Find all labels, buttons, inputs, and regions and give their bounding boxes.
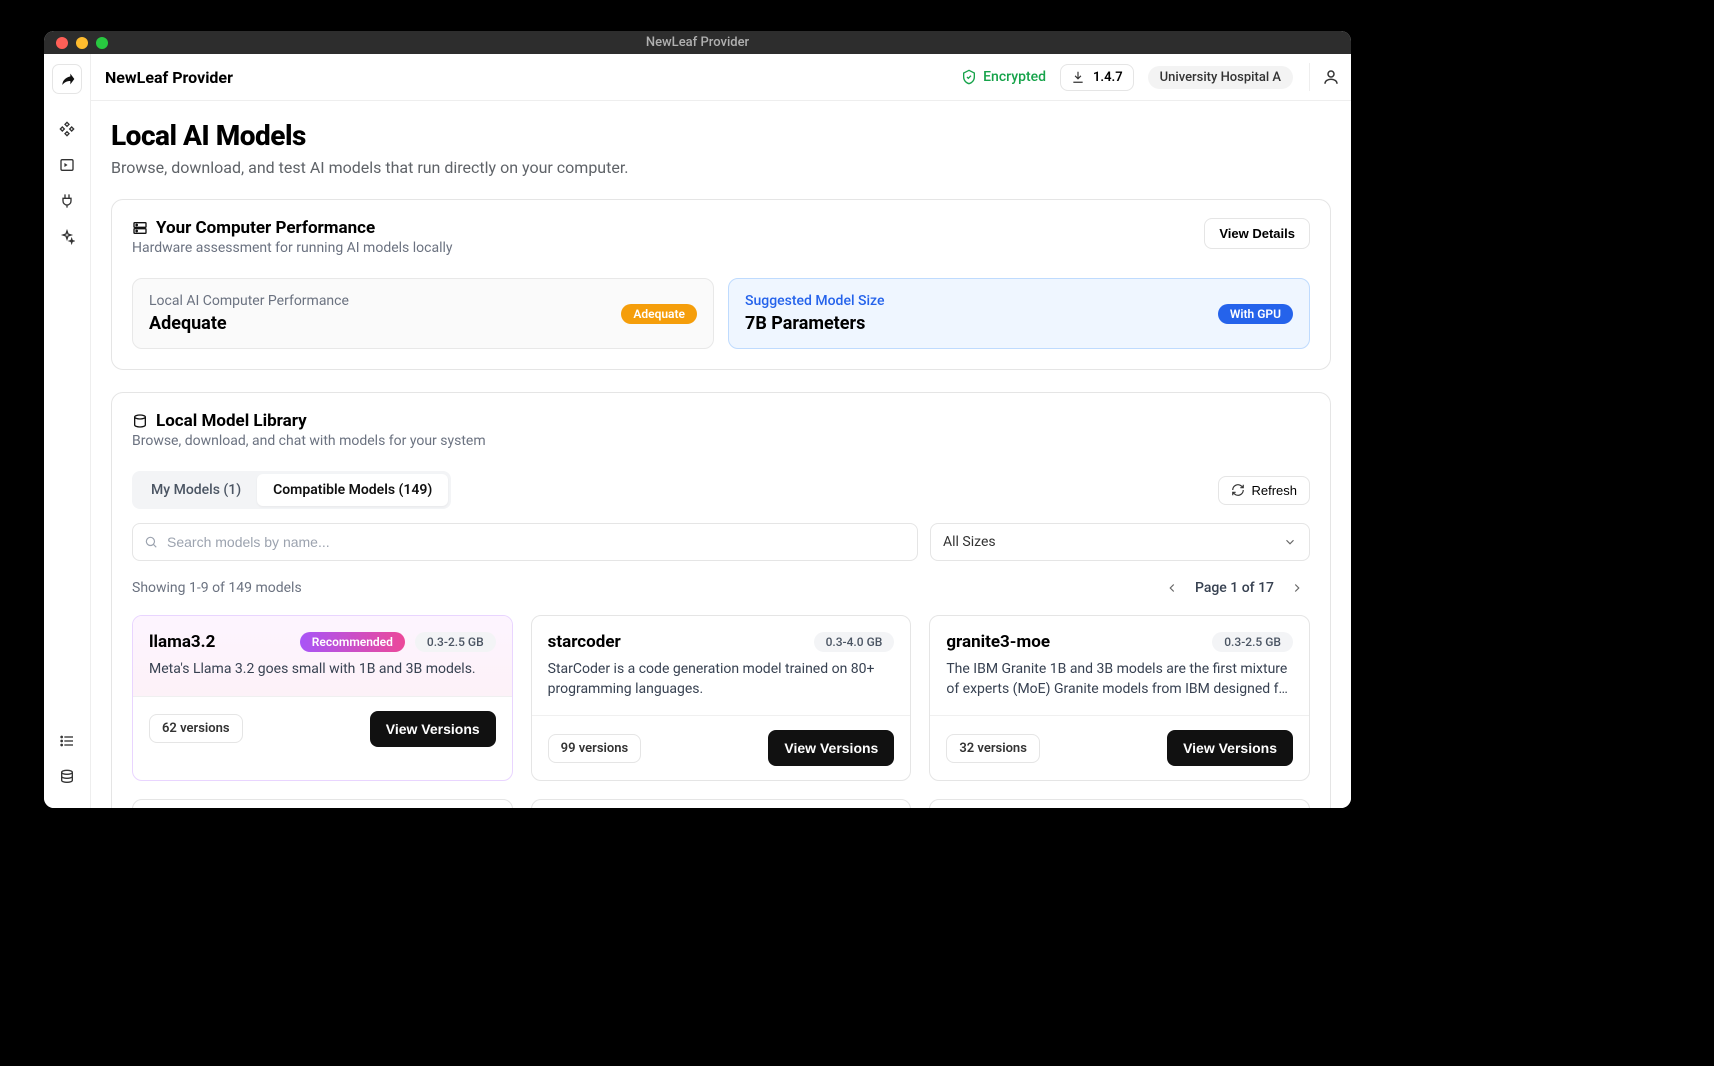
perf-title: Your Computer Performance [156, 218, 375, 238]
model-description: StarCoder is a code generation model tra… [548, 660, 895, 699]
maximize-icon[interactable] [96, 37, 108, 49]
sidebar-item-list[interactable] [52, 726, 82, 756]
sidebar-item-sparkles[interactable] [52, 222, 82, 252]
user-icon [1322, 68, 1340, 86]
app-body: NewLeaf Provider Encrypted 1.4.7 Univers… [44, 54, 1351, 808]
shield-icon [961, 69, 977, 85]
version-text: 1.4.7 [1093, 70, 1123, 85]
titlebar: NewLeaf Provider [44, 31, 1351, 54]
view-versions-button[interactable]: View Versions [1167, 730, 1293, 766]
encrypted-indicator: Encrypted [961, 69, 1046, 85]
refresh-button[interactable]: Refresh [1218, 476, 1310, 505]
model-description: The IBM Granite 1B and 3B models are the… [946, 660, 1293, 699]
model-size-badge: 0.3-2.5 GB [415, 632, 496, 652]
pager-next[interactable] [1284, 575, 1310, 601]
model-size-badge: 0.3-4.0 GB [814, 632, 895, 652]
search-input[interactable] [132, 523, 918, 561]
version-chip[interactable]: 1.4.7 [1060, 64, 1134, 91]
server-icon [132, 220, 148, 236]
chevron-right-icon [1290, 581, 1304, 595]
recommended-badge: Recommended [300, 632, 405, 652]
perf-box-rating: Local AI Computer Performance Adequate A… [132, 278, 714, 349]
user-menu[interactable] [1309, 63, 1337, 91]
refresh-label: Refresh [1251, 483, 1297, 498]
sidebar [44, 54, 91, 808]
content-area: Local AI Models Browse, download, and te… [91, 101, 1351, 808]
hospital-chip[interactable]: University Hospital A [1148, 66, 1293, 89]
view-versions-button[interactable]: View Versions [370, 711, 496, 747]
model-name: granite3-moe [946, 632, 1050, 652]
sidebar-item-database[interactable] [52, 762, 82, 792]
perf-subtitle: Hardware assessment for running AI model… [132, 240, 1204, 256]
model-description: Meta's Llama 3.2 goes small with 1B and … [149, 660, 496, 680]
perf-suggested-label: Suggested Model Size [745, 293, 1218, 309]
database-icon [59, 769, 75, 785]
results-count: Showing 1-9 of 149 models [132, 580, 302, 596]
library-subtitle: Browse, download, and chat with models f… [132, 433, 1310, 449]
refresh-icon [1231, 483, 1245, 497]
perf-rating-label: Local AI Computer Performance [149, 293, 621, 309]
perf-rating-value: Adequate [149, 313, 621, 334]
versions-chip: 32 versions [946, 734, 1040, 763]
app-logo[interactable] [52, 64, 82, 94]
list-icon [59, 733, 75, 749]
versions-chip: 62 versions [149, 714, 243, 743]
main-area: NewLeaf Provider Encrypted 1.4.7 Univers… [91, 54, 1351, 808]
chevron-left-icon [1165, 581, 1179, 595]
minimize-icon[interactable] [76, 37, 88, 49]
pager-prev[interactable] [1159, 575, 1185, 601]
perf-box-suggested: Suggested Model Size 7B Parameters With … [728, 278, 1310, 349]
versions-chip: 99 versions [548, 734, 642, 763]
model-card: granite3-moe 0.3-2.5 GB The IBM Granite 1B… [929, 615, 1310, 781]
search-icon [144, 535, 158, 549]
topbar: NewLeaf Provider Encrypted 1.4.7 Univers… [91, 54, 1351, 101]
model-name: llama3.2 [149, 632, 215, 652]
terminal-icon [59, 157, 75, 173]
model-card: granite3.1-moe0.3-2.5 GB [132, 799, 513, 808]
sparkles-icon [59, 229, 75, 245]
library-title: Local Model Library [156, 411, 307, 431]
page-title: Local AI Models [111, 119, 1331, 152]
library-tabs: My Models (1) Compatible Models (149) [132, 471, 451, 509]
perf-rating-pill: Adequate [621, 304, 697, 324]
leaf-icon [59, 71, 75, 87]
performance-card: Your Computer Performance Hardware asses… [111, 199, 1331, 370]
grid-icon [59, 121, 75, 137]
sidebar-item-plug[interactable] [52, 186, 82, 216]
model-card: llama3.2 Recommended 0.3-2.5 GB Meta's Llam… [132, 615, 513, 781]
page-subtitle: Browse, download, and test AI models tha… [111, 158, 1331, 177]
models-grid: llama3.2 Recommended 0.3-2.5 GB Meta's Llam… [112, 601, 1330, 808]
download-icon [1071, 70, 1085, 84]
perf-gpu-pill: With GPU [1218, 304, 1293, 324]
app-window: NewLeaf Provider [44, 31, 1351, 808]
model-card: sailor20.5-10.0 GB [929, 799, 1310, 808]
model-card: starcoder 0.3-4.0 GB StarCoder is a code g… [531, 615, 912, 781]
tab-compatible-models[interactable]: Compatible Models (149) [257, 474, 448, 506]
sidebar-item-grid[interactable] [52, 114, 82, 144]
chevron-down-icon [1283, 535, 1297, 549]
size-filter-select[interactable]: All Sizes [930, 523, 1310, 561]
library-card: Local Model Library Browse, download, an… [111, 392, 1331, 808]
window-controls [56, 37, 108, 49]
encrypted-label: Encrypted [983, 69, 1046, 85]
view-details-button[interactable]: View Details [1204, 218, 1310, 249]
pager-text: Page 1 of 17 [1195, 580, 1274, 596]
close-icon[interactable] [56, 37, 68, 49]
perf-suggested-value: 7B Parameters [745, 313, 1218, 334]
model-name: starcoder [548, 632, 621, 652]
tab-my-models[interactable]: My Models (1) [135, 474, 257, 506]
app-title: NewLeaf Provider [105, 68, 233, 87]
library-icon [132, 413, 148, 429]
sidebar-item-terminal[interactable] [52, 150, 82, 180]
size-filter-value: All Sizes [943, 534, 996, 550]
model-card: falcon30.5-4.0 GB [531, 799, 912, 808]
plug-icon [59, 193, 75, 209]
model-size-badge: 0.3-2.5 GB [1212, 632, 1293, 652]
view-versions-button[interactable]: View Versions [768, 730, 894, 766]
window-title: NewLeaf Provider [646, 35, 749, 50]
